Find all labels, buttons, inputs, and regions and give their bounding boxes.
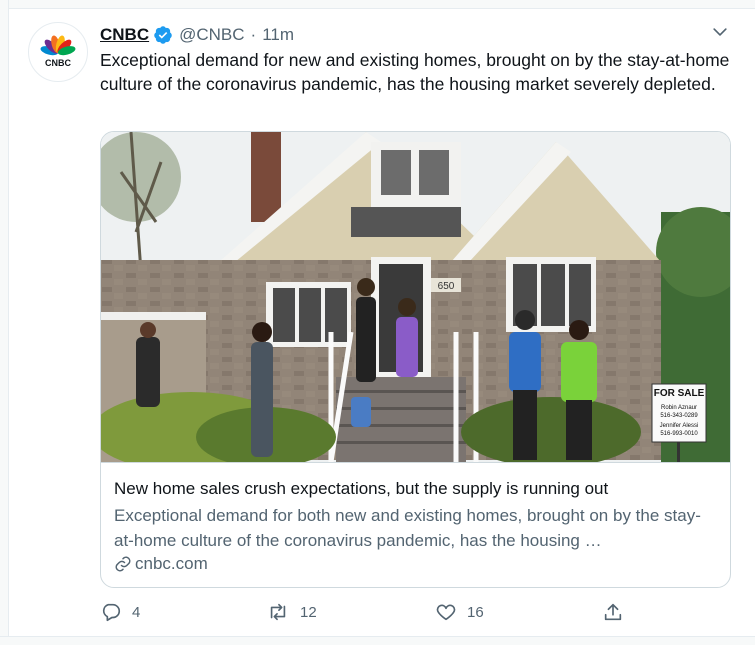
retweet-count: 12 xyxy=(300,603,317,621)
share-button[interactable] xyxy=(602,600,624,624)
chevron-down-icon[interactable] xyxy=(710,22,730,42)
link-card[interactable]: 650 FOR SALE Robin Aznaur 516-343-0289 J… xyxy=(100,131,731,588)
cnbc-peacock-logo: CNBC xyxy=(40,35,76,68)
avatar-text: CNBC xyxy=(45,58,71,68)
house-number: 650 xyxy=(438,281,455,292)
reply-count: 4 xyxy=(132,603,141,621)
sign-title: FOR SALE xyxy=(654,388,705,399)
reply-icon xyxy=(102,603,121,622)
left-border xyxy=(0,0,9,644)
sign-phone-2: 516-993-0010 xyxy=(660,431,698,437)
top-border xyxy=(0,0,755,9)
like-button[interactable]: 16 xyxy=(435,600,484,624)
sign-agent-1: Robin Aznaur xyxy=(661,405,697,411)
tweet-actions: 4 12 16 xyxy=(100,600,640,624)
author-name[interactable]: CNBC xyxy=(100,25,149,45)
retweet-icon xyxy=(270,603,286,621)
card-body[interactable]: New home sales crush expectations, but t… xyxy=(101,462,730,587)
tweet-text: Exceptional demand for new and existing … xyxy=(100,50,730,94)
retweet-button[interactable]: 12 xyxy=(266,600,317,624)
reply-button[interactable]: 4 xyxy=(100,600,140,624)
card-domain-text: cnbc.com xyxy=(135,554,208,573)
link-icon xyxy=(115,556,131,572)
verified-badge-icon xyxy=(153,25,173,45)
like-icon xyxy=(436,604,456,621)
card-domain[interactable]: cnbc.com xyxy=(114,554,208,574)
avatar[interactable]: CNBC xyxy=(28,22,88,82)
card-description: Exceptional demand for both new and exis… xyxy=(114,506,701,550)
share-icon xyxy=(604,603,622,621)
timestamp[interactable]: 11m xyxy=(262,25,294,45)
like-count: 16 xyxy=(467,603,484,621)
tweet-header: CNBC @CNBC · 11m xyxy=(100,23,294,47)
sign-phone-1: 516-343-0289 xyxy=(660,413,698,419)
author-handle[interactable]: @CNBC xyxy=(179,25,244,45)
card-title[interactable]: New home sales crush expectations, but t… xyxy=(114,479,608,499)
sign-agent-2: Jennifer Alessi xyxy=(660,423,699,429)
article-photo: 650 FOR SALE Robin Aznaur 516-343-0289 J… xyxy=(101,132,730,462)
separator-dot: · xyxy=(250,25,257,44)
